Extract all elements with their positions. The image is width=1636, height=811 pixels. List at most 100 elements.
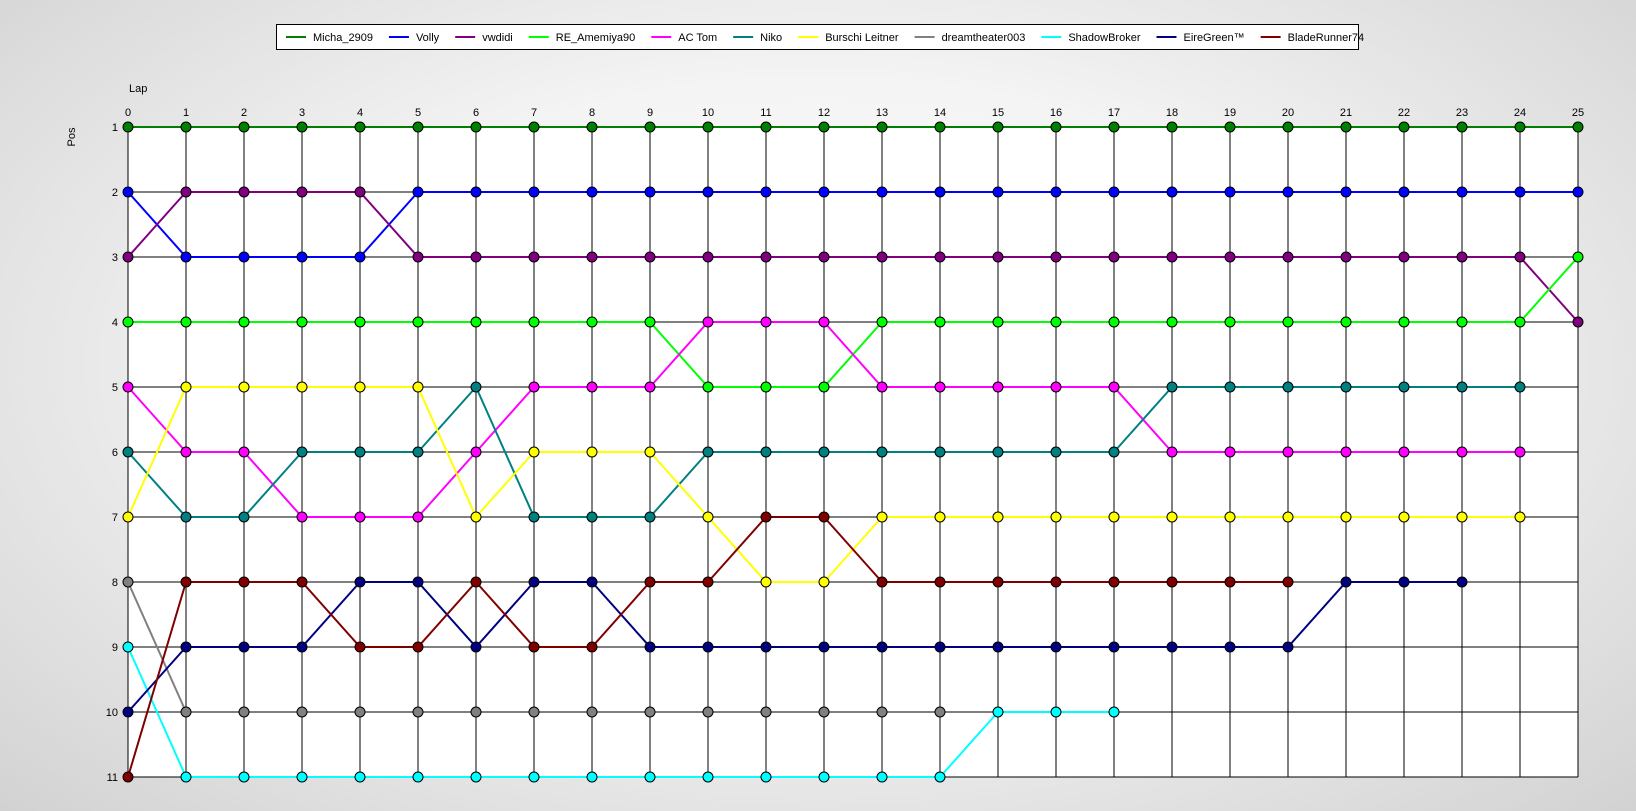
point-ac-tom-lap-18 [1166, 446, 1178, 458]
legend-label-shadowbroker: ShadowBroker [1068, 32, 1140, 44]
point-volly-lap-11 [760, 186, 772, 198]
point-eiregreen-lap-13 [876, 641, 888, 653]
point-niko-lap-13 [876, 446, 888, 458]
point-re-amemiya90-lap-17 [1108, 316, 1120, 328]
point-eiregreen-lap-19 [1224, 641, 1236, 653]
point-burschi-leitner-lap-1 [180, 381, 192, 393]
x-tick-label-10: 10 [702, 107, 714, 119]
legend-label-volly: Volly [416, 32, 440, 44]
point-ac-tom-lap-14 [934, 381, 946, 393]
point-re-amemiya90-lap-16 [1050, 316, 1062, 328]
point-niko-lap-16 [1050, 446, 1062, 458]
point-dreamtheater003-lap-14 [934, 706, 946, 718]
point-shadowbroker-lap-15 [992, 706, 1004, 718]
point-bladerunner74-lap-3 [296, 576, 308, 588]
point-volly-lap-3 [296, 251, 308, 263]
point-burschi-leitner-lap-17 [1108, 511, 1120, 523]
point-shadowbroker-lap-1 [180, 771, 192, 783]
point-eiregreen-lap-11 [760, 641, 772, 653]
point-vwdidi-lap-22 [1398, 251, 1410, 263]
point-vwdidi-lap-15 [992, 251, 1004, 263]
point-re-amemiya90-lap-15 [992, 316, 1004, 328]
point-burschi-leitner-lap-8 [586, 446, 598, 458]
point-vwdidi-lap-23 [1456, 251, 1468, 263]
y-tick-label-8: 8 [112, 577, 118, 589]
point-dreamtheater003-lap-12 [818, 706, 830, 718]
point-niko-lap-5 [412, 446, 424, 458]
x-tick-label-24: 24 [1514, 107, 1526, 119]
point-shadowbroker-lap-13 [876, 771, 888, 783]
point-re-amemiya90-lap-6 [470, 316, 482, 328]
point-niko-lap-22 [1398, 381, 1410, 393]
point-micha-2909-lap-15 [992, 121, 1004, 133]
point-ac-tom-lap-23 [1456, 446, 1468, 458]
point-volly-lap-25 [1572, 186, 1584, 198]
point-volly-lap-10 [702, 186, 714, 198]
point-eiregreen-lap-22 [1398, 576, 1410, 588]
point-dreamtheater003-lap-11 [760, 706, 772, 718]
point-ac-tom-lap-5 [412, 511, 424, 523]
point-burschi-leitner-lap-16 [1050, 511, 1062, 523]
point-micha-2909-lap-20 [1282, 121, 1294, 133]
point-dreamtheater003-lap-6 [470, 706, 482, 718]
point-micha-2909-lap-25 [1572, 121, 1584, 133]
point-volly-lap-22 [1398, 186, 1410, 198]
point-micha-2909-lap-13 [876, 121, 888, 133]
legend-label-eiregreen: EireGreen™ [1184, 32, 1245, 44]
point-volly-lap-20 [1282, 186, 1294, 198]
point-bladerunner74-lap-6 [470, 576, 482, 588]
point-shadowbroker-lap-7 [528, 771, 540, 783]
point-burschi-leitner-lap-3 [296, 381, 308, 393]
point-re-amemiya90-lap-22 [1398, 316, 1410, 328]
point-ac-tom-lap-13 [876, 381, 888, 393]
point-ac-tom-lap-16 [1050, 381, 1062, 393]
point-niko-lap-8 [586, 511, 598, 523]
point-burschi-leitner-lap-12 [818, 576, 830, 588]
legend-label-dreamtheater003: dreamtheater003 [942, 32, 1026, 44]
x-axis-title: Lap [129, 83, 147, 95]
point-eiregreen-lap-1 [180, 641, 192, 653]
point-niko-lap-1 [180, 511, 192, 523]
point-vwdidi-lap-16 [1050, 251, 1062, 263]
point-volly-lap-0 [122, 186, 134, 198]
point-volly-lap-9 [644, 186, 656, 198]
point-volly-lap-8 [586, 186, 598, 198]
point-micha-2909-lap-24 [1514, 121, 1526, 133]
point-burschi-leitner-lap-7 [528, 446, 540, 458]
point-volly-lap-24 [1514, 186, 1526, 198]
point-volly-lap-7 [528, 186, 540, 198]
point-re-amemiya90-lap-13 [876, 316, 888, 328]
point-volly-lap-21 [1340, 186, 1352, 198]
point-bladerunner74-lap-14 [934, 576, 946, 588]
point-niko-lap-14 [934, 446, 946, 458]
point-vwdidi-lap-4 [354, 186, 366, 198]
point-burschi-leitner-lap-21 [1340, 511, 1352, 523]
point-niko-lap-17 [1108, 446, 1120, 458]
point-eiregreen-lap-15 [992, 641, 1004, 653]
point-bladerunner74-lap-7 [528, 641, 540, 653]
x-tick-label-4: 4 [357, 107, 363, 119]
point-shadowbroker-lap-8 [586, 771, 598, 783]
point-shadowbroker-lap-12 [818, 771, 830, 783]
point-ac-tom-lap-22 [1398, 446, 1410, 458]
point-micha-2909-lap-2 [238, 121, 250, 133]
point-re-amemiya90-lap-4 [354, 316, 366, 328]
point-bladerunner74-lap-1 [180, 576, 192, 588]
point-micha-2909-lap-1 [180, 121, 192, 133]
y-tick-label-10: 10 [106, 707, 118, 719]
point-re-amemiya90-lap-18 [1166, 316, 1178, 328]
point-niko-lap-4 [354, 446, 366, 458]
point-re-amemiya90-lap-8 [586, 316, 598, 328]
point-micha-2909-lap-8 [586, 121, 598, 133]
legend-label-vwdidi: vwdidi [482, 32, 513, 44]
point-shadowbroker-lap-11 [760, 771, 772, 783]
point-bladerunner74-lap-20 [1282, 576, 1294, 588]
point-micha-2909-lap-14 [934, 121, 946, 133]
point-bladerunner74-lap-9 [644, 576, 656, 588]
point-eiregreen-lap-0 [122, 706, 134, 718]
point-ac-tom-lap-6 [470, 446, 482, 458]
point-volly-lap-18 [1166, 186, 1178, 198]
point-eiregreen-lap-10 [702, 641, 714, 653]
point-ac-tom-lap-2 [238, 446, 250, 458]
point-micha-2909-lap-9 [644, 121, 656, 133]
